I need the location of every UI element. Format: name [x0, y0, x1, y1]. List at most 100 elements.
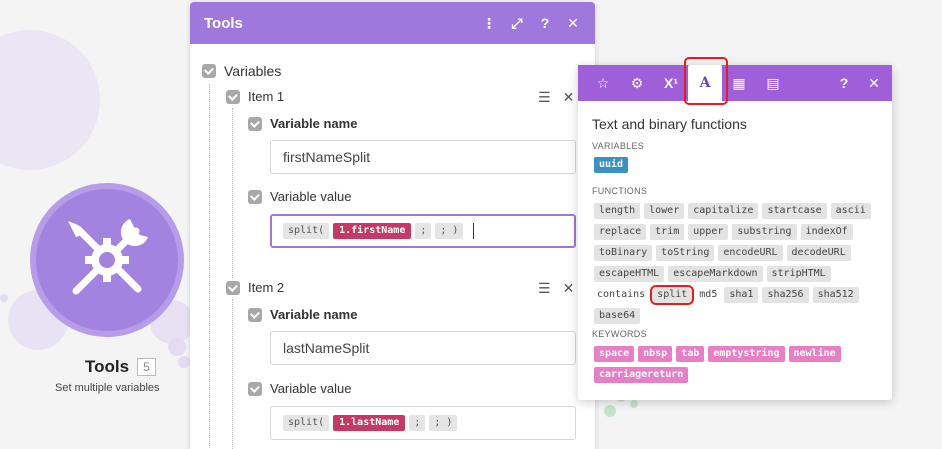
- function-close-chip[interactable]: ; ): [429, 415, 458, 431]
- gear-icon: ⚙: [630, 74, 644, 91]
- remove-item-icon[interactable]: ✕: [563, 89, 575, 106]
- tab-general[interactable]: ⚙: [620, 65, 654, 101]
- bg-bubble: [0, 30, 100, 170]
- module-subtitle: Set multiple variables: [55, 382, 160, 394]
- collapse-checkbox-icon: [202, 64, 216, 78]
- help-icon[interactable]: ?: [836, 75, 852, 91]
- variable-value-toggle[interactable]: Variable value: [248, 189, 351, 204]
- bg-bubble: [168, 338, 186, 356]
- keyword-tag-carriagereturn[interactable]: carriagereturn: [594, 367, 689, 383]
- text-caret: [473, 223, 475, 239]
- function-tag-encodeurl[interactable]: encodeURL: [718, 245, 783, 261]
- function-tag-indexof[interactable]: indexOf: [800, 224, 853, 240]
- function-tag-ascii[interactable]: ascii: [830, 203, 871, 219]
- collapse-checkbox-icon: [248, 307, 262, 322]
- variable-chip[interactable]: 1.lastName: [333, 415, 406, 431]
- function-tag-startcase[interactable]: startcase: [762, 203, 827, 219]
- function-tag-sha512[interactable]: sha512: [812, 287, 859, 303]
- function-tag-escapehtml[interactable]: escapeHTML: [594, 266, 665, 282]
- function-tag-length[interactable]: length: [594, 203, 641, 219]
- tree-line: [232, 108, 233, 278]
- keyword-tag-space[interactable]: space: [594, 346, 635, 362]
- function-tag-md5[interactable]: md5: [696, 287, 720, 303]
- tab-array[interactable]: ▤: [756, 65, 790, 101]
- help-icon[interactable]: ?: [537, 15, 553, 31]
- function-close-chip[interactable]: ; ): [435, 223, 464, 239]
- tab-favorites[interactable]: ☆: [586, 65, 620, 101]
- math-icon: X¹: [664, 75, 678, 91]
- function-tag-split[interactable]: split: [650, 285, 695, 305]
- tab-math[interactable]: X¹: [654, 65, 688, 101]
- function-tag-sha1[interactable]: sha1: [724, 287, 759, 303]
- item-2-toggle[interactable]: Item 2: [226, 280, 284, 295]
- panel-title: Tools: [204, 14, 243, 32]
- function-tag-tobinary[interactable]: toBinary: [594, 245, 653, 261]
- field-label: Variable name: [270, 307, 358, 322]
- close-icon[interactable]: ✕: [866, 75, 882, 92]
- item-label: Item 1: [248, 89, 285, 104]
- collapse-checkbox-icon: [248, 116, 262, 131]
- field-label: Variable value: [270, 381, 352, 396]
- variable-name-toggle[interactable]: Variable name: [248, 116, 357, 131]
- more-options-icon[interactable]: ⋮: [481, 15, 497, 32]
- keywords-list: space nbsp tab emptystring newline carriagere…: [594, 346, 884, 383]
- function-tag-lower[interactable]: lower: [644, 203, 685, 219]
- expand-icon[interactable]: ⤢: [509, 15, 525, 32]
- function-tag-striphtml[interactable]: stripHTML: [766, 266, 831, 282]
- module-count-badge: 5: [137, 358, 156, 376]
- field-label: Variable value: [270, 189, 352, 204]
- variable-name-input[interactable]: lastNameSplit: [270, 331, 576, 365]
- variable-name-input[interactable]: firstNameSplit: [270, 140, 576, 174]
- remove-item-icon[interactable]: ✕: [563, 280, 575, 297]
- collapse-checkbox-icon: [226, 89, 240, 104]
- keyword-tag-nbsp[interactable]: nbsp: [638, 346, 673, 362]
- keyword-tag-tab[interactable]: tab: [676, 346, 705, 362]
- variable-tag-uuid[interactable]: uuid: [594, 157, 629, 173]
- function-chip[interactable]: split(: [283, 415, 330, 431]
- function-tag-tostring[interactable]: toString: [656, 245, 715, 261]
- item-label: Item 2: [248, 280, 285, 295]
- separator-chip[interactable]: ;: [415, 223, 432, 239]
- keyword-tag-emptystring[interactable]: emptystring: [708, 346, 785, 362]
- function-picker-popup: ☆ ⚙ X¹ A ▦ ▤ ? ✕ Text and binary functio…: [578, 57, 892, 400]
- variable-chip[interactable]: 1.firstName: [333, 223, 412, 239]
- function-tag-sha256[interactable]: sha256: [762, 287, 809, 303]
- module-title: Tools: [85, 357, 130, 376]
- collapse-checkbox-icon: [248, 381, 262, 396]
- item-1-toggle[interactable]: Item 1: [226, 89, 284, 104]
- field-label: Variable name: [270, 116, 358, 131]
- function-chip[interactable]: split(: [283, 223, 330, 239]
- tree-line: [209, 84, 210, 449]
- functions-list: length lower capitalize startcase ascii repla…: [594, 203, 884, 324]
- function-tag-trim[interactable]: trim: [650, 224, 685, 240]
- function-tag-decodeurl[interactable]: decodeURL: [786, 245, 851, 261]
- function-tag-capitalize[interactable]: capitalize: [688, 203, 759, 219]
- variables-section-toggle[interactable]: Variables: [202, 63, 281, 79]
- close-icon[interactable]: ✕: [565, 15, 581, 32]
- keyword-tag-newline[interactable]: newline: [788, 346, 841, 362]
- function-tag-upper[interactable]: upper: [688, 224, 729, 240]
- separator-chip[interactable]: ;: [409, 415, 426, 431]
- tools-icon: [68, 219, 148, 295]
- tools-module[interactable]: [30, 183, 184, 337]
- variables-list: uuid: [594, 157, 884, 173]
- function-tag-contains[interactable]: contains: [594, 287, 648, 303]
- calendar-icon: ▦: [732, 74, 746, 91]
- star-icon: ☆: [596, 74, 610, 91]
- variable-value-input[interactable]: split( 1.lastName ; ; ): [270, 406, 576, 440]
- variables-label: VARIABLES: [592, 141, 645, 151]
- functions-label: FUNCTIONS: [592, 186, 648, 196]
- variable-value-toggle[interactable]: Variable value: [248, 381, 351, 396]
- variable-value-input[interactable]: split( 1.firstName ; ; ): [270, 214, 576, 248]
- tab-highlight-annotation: [684, 57, 728, 105]
- function-tag-replace[interactable]: replace: [594, 224, 647, 240]
- collapse-checkbox-icon: [226, 280, 240, 295]
- function-tag-escapemarkdown[interactable]: escapeMarkdown: [668, 266, 763, 282]
- function-category-tabs: ☆ ⚙ X¹ A ▦ ▤ ? ✕: [578, 57, 892, 105]
- bg-bubble: [178, 356, 190, 368]
- drag-handle-icon[interactable]: ☰: [538, 89, 551, 106]
- drag-handle-icon[interactable]: ☰: [538, 280, 551, 297]
- function-tag-substring[interactable]: substring: [732, 224, 797, 240]
- function-tag-base64[interactable]: base64: [594, 308, 641, 324]
- variable-name-toggle[interactable]: Variable name: [248, 307, 357, 322]
